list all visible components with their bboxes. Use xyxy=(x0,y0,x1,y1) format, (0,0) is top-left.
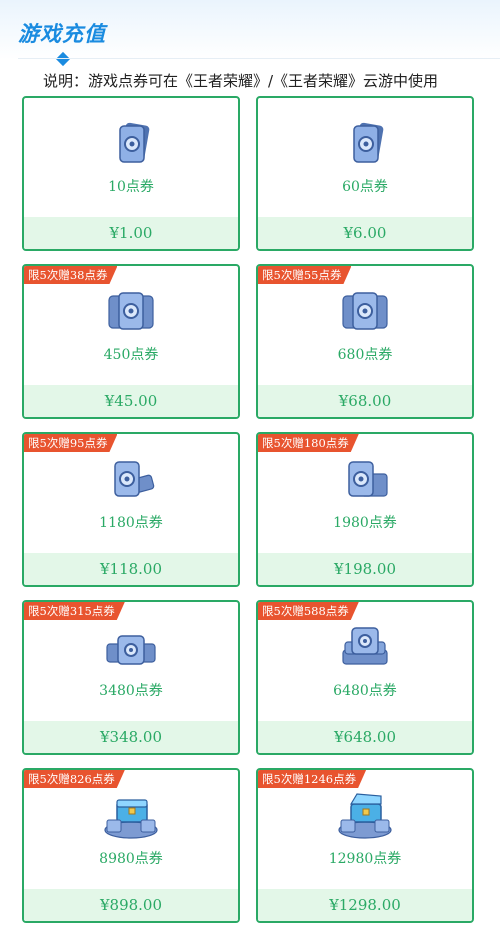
coupon-pile-icon xyxy=(342,627,388,665)
coupon-stack-icon xyxy=(348,461,388,497)
page-header: 游戏充值 xyxy=(0,0,500,67)
recharge-card-12980[interactable]: 限5次赠1246点券 12980点券 ¥1298.00 xyxy=(256,768,474,923)
recharge-card-10[interactable]: 10点券 ¥1.00 xyxy=(22,96,240,251)
price-label: ¥348.00 xyxy=(24,721,238,753)
coupon-pile-icon xyxy=(106,635,156,665)
coupon-stack-icon xyxy=(114,461,155,497)
price-label: ¥898.00 xyxy=(24,889,238,921)
recharge-card-8980[interactable]: 限5次赠826点券 8980点券 ¥898.00 xyxy=(22,768,240,923)
coupon-amount: 680点券 xyxy=(337,347,393,363)
coupon-amount: 3480点券 xyxy=(99,683,163,699)
recharge-grid: 10点券 ¥1.00 60点券 ¥6.00 限5次赠38点券 450点券 ¥45… xyxy=(22,96,474,923)
coupon-amount: 1180点券 xyxy=(99,515,163,531)
recharge-card-450[interactable]: 限5次赠38点券 450点券 ¥45.00 xyxy=(22,264,240,419)
recharge-card-60[interactable]: 60点券 ¥6.00 xyxy=(256,96,474,251)
price-label: ¥1.00 xyxy=(24,217,238,249)
description-text: 说明：游戏点券可在《王者荣耀》/《王者荣耀》云游中使用 xyxy=(43,72,439,90)
treasure-chest-icon xyxy=(104,799,158,839)
coupon-stack-icon xyxy=(108,292,154,330)
price-label: ¥198.00 xyxy=(258,553,472,585)
recharge-card-3480[interactable]: 限5次赠315点券 3480点券 ¥348.00 xyxy=(22,600,240,755)
coupon-amount: 6480点券 xyxy=(333,683,397,699)
coupon-amount: 8980点券 xyxy=(99,851,163,867)
promo-badge: 限5次赠588点券 xyxy=(258,602,359,620)
price-label: ¥118.00 xyxy=(24,553,238,585)
coupon-card-icon xyxy=(119,122,150,163)
coupon-card-icon xyxy=(353,122,384,163)
coupon-amount: 1980点券 xyxy=(333,515,397,531)
coupon-amount: 12980点券 xyxy=(328,851,402,867)
recharge-card-1980[interactable]: 限5次赠180点券 1980点券 ¥198.00 xyxy=(256,432,474,587)
coupon-amount: 450点券 xyxy=(103,347,159,363)
coupon-amount: 60点券 xyxy=(342,179,388,195)
promo-badge: 限5次赠38点券 xyxy=(24,266,117,284)
coupon-amount: 10点券 xyxy=(108,179,154,195)
recharge-card-1180[interactable]: 限5次赠95点券 1180点券 ¥118.00 xyxy=(22,432,240,587)
promo-badge: 限5次赠1246点券 xyxy=(258,770,366,788)
price-label: ¥45.00 xyxy=(24,385,238,417)
promo-badge: 限5次赠55点券 xyxy=(258,266,351,284)
price-label: ¥68.00 xyxy=(258,385,472,417)
price-label: ¥648.00 xyxy=(258,721,472,753)
coupon-stack-icon xyxy=(342,292,388,330)
recharge-card-680[interactable]: 限5次赠55点券 680点券 ¥68.00 xyxy=(256,264,474,419)
title-diamond-icon xyxy=(55,51,71,67)
price-label: ¥6.00 xyxy=(258,217,472,249)
promo-badge: 限5次赠826点券 xyxy=(24,770,125,788)
treasure-chest-icon xyxy=(338,793,392,839)
price-label: ¥1298.00 xyxy=(258,889,472,921)
promo-badge: 限5次赠180点券 xyxy=(258,434,359,452)
recharge-card-6480[interactable]: 限5次赠588点券 6480点券 ¥648.00 xyxy=(256,600,474,755)
promo-badge: 限5次赠95点券 xyxy=(24,434,117,452)
promo-badge: 限5次赠315点券 xyxy=(24,602,125,620)
page-title: 游戏充值 xyxy=(18,22,106,46)
divider xyxy=(18,58,500,59)
